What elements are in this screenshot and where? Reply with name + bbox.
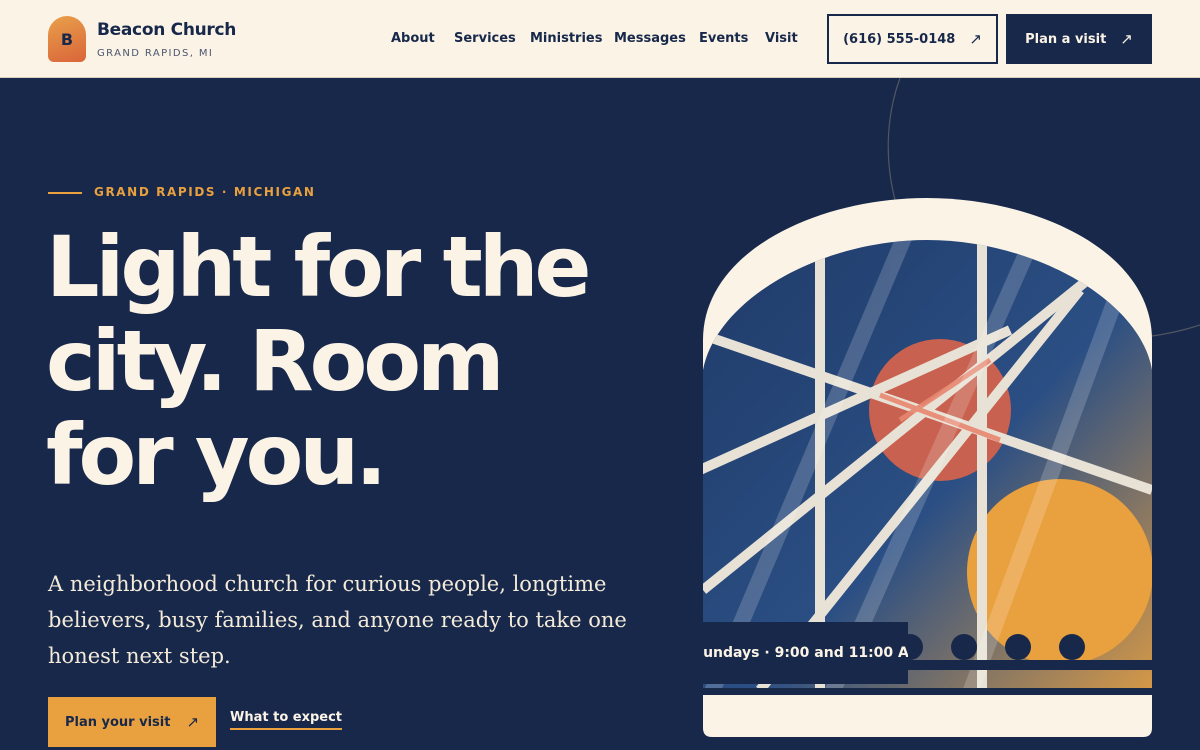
eyebrow-rule [48, 192, 82, 194]
arrow-up-right-icon: ↗ [186, 713, 200, 731]
service-times-badge: Sundays · 9:00 and 11:00 AM [703, 622, 908, 684]
eyebrow-location: GRAND RAPIDS · MICHIGAN [94, 185, 316, 199]
window-sill-bar-lower [703, 688, 1152, 695]
plan-your-visit-button[interactable]: Plan your visit ↗ [48, 697, 216, 747]
hero-lede: A neighborhood church for curious people… [48, 572, 627, 668]
hero-headline: Light for the city. Room for you. [46, 220, 666, 502]
headline-line-2: city. Room [46, 312, 505, 410]
service-times-text: Sundays · 9:00 and 11:00 AM [703, 645, 908, 661]
what-to-expect-link[interactable]: What to expect [230, 710, 343, 730]
plan-your-visit-label: Plan your visit [64, 714, 171, 730]
headline-line-3: for you. [46, 406, 387, 504]
headline-line-1: Light for the [46, 218, 592, 316]
